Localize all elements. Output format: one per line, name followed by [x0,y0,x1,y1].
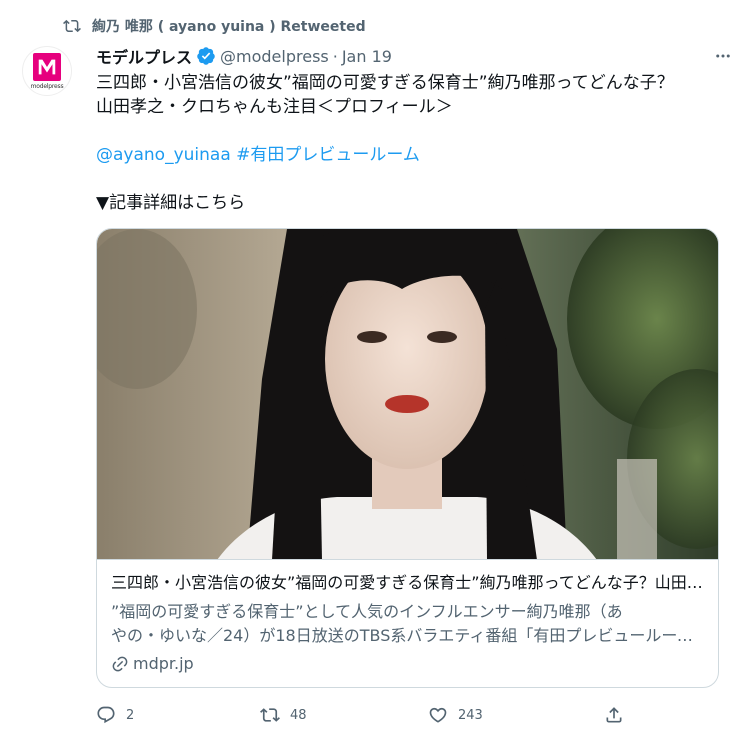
tweet-text: 三四郎・小宮浩信の彼女”福岡の可愛すぎる保育士”絢乃唯那ってどんな子？ 山田孝之… [96,71,737,215]
retweet-icon [62,16,82,36]
avatar[interactable]: modelpress [22,46,72,96]
card-description: ”福岡の可愛すぎる保育士”として人気のインフルエンサー絢乃唯那（あ やの・ゆいな… [111,600,704,648]
separator-dot: · [332,46,338,66]
retweeted-by-text[interactable]: 絢乃 唯那 ( ayano yuina ) Retweeted [92,16,366,36]
card-title[interactable]: 三四郎・小宮浩信の彼女”福岡の可愛すぎる保育士”絢乃唯那ってどんな子？山田孝之・… [111,572,704,594]
reply-icon [97,706,115,724]
tweet-date[interactable]: Jan 19 [342,47,392,66]
share-icon [606,707,622,723]
hashtag-link[interactable]: #有田プレビュールーム [236,145,420,165]
retweet-context: 絢乃 唯那 ( ayano yuina ) Retweeted [62,14,366,38]
more-options-icon[interactable] [711,44,735,68]
retweet-icon [260,708,280,722]
tweet-header: モデルプレス @modelpress · Jan 19 [96,44,735,68]
retweet-button[interactable]: 48 [260,705,307,725]
verified-badge-icon [196,46,216,66]
tweet-text-line: 山田孝之・クロちゃんも注目＜プロフィール＞ [96,97,453,117]
heart-icon [429,707,447,723]
user-handle[interactable]: @modelpress [220,47,329,66]
mention-link[interactable]: @ayano_yuinaa [96,145,231,165]
card-description-line: やの・ゆいな／24）が18日放送のTBS系バラエティ番組「有田プレビュールーム」 [111,626,704,645]
reply-button[interactable]: 2 [96,705,134,725]
retweet-count: 48 [290,707,307,723]
like-button[interactable]: 243 [428,705,483,725]
tweet-text-line: 三四郎・小宮浩信の彼女”福岡の可愛すぎる保育士”絢乃唯那ってどんな子？ [96,73,674,93]
card-domain[interactable]: mdpr.jp [111,654,704,673]
share-button[interactable] [604,705,624,725]
card-domain-text: mdpr.jp [133,654,194,673]
display-name[interactable]: モデルプレス [96,44,192,68]
tweet-actions: 2 48 243 [96,703,636,727]
card-photo[interactable] [97,229,718,560]
avatar-caption: modelpress [30,82,64,90]
modelpress-logo-icon [33,52,61,81]
reply-count: 2 [126,707,135,723]
link-preview-card[interactable]: 三四郎・小宮浩信の彼女”福岡の可愛すぎる保育士”絢乃唯那ってどんな子？山田孝之・… [96,228,719,688]
card-description-line: ”福岡の可愛すぎる保育士”として人気のインフルエンサー絢乃唯那（あ [111,602,623,621]
details-text: ▼記事詳細はこちら [96,193,246,213]
link-icon [112,656,128,671]
like-count: 243 [458,707,483,723]
